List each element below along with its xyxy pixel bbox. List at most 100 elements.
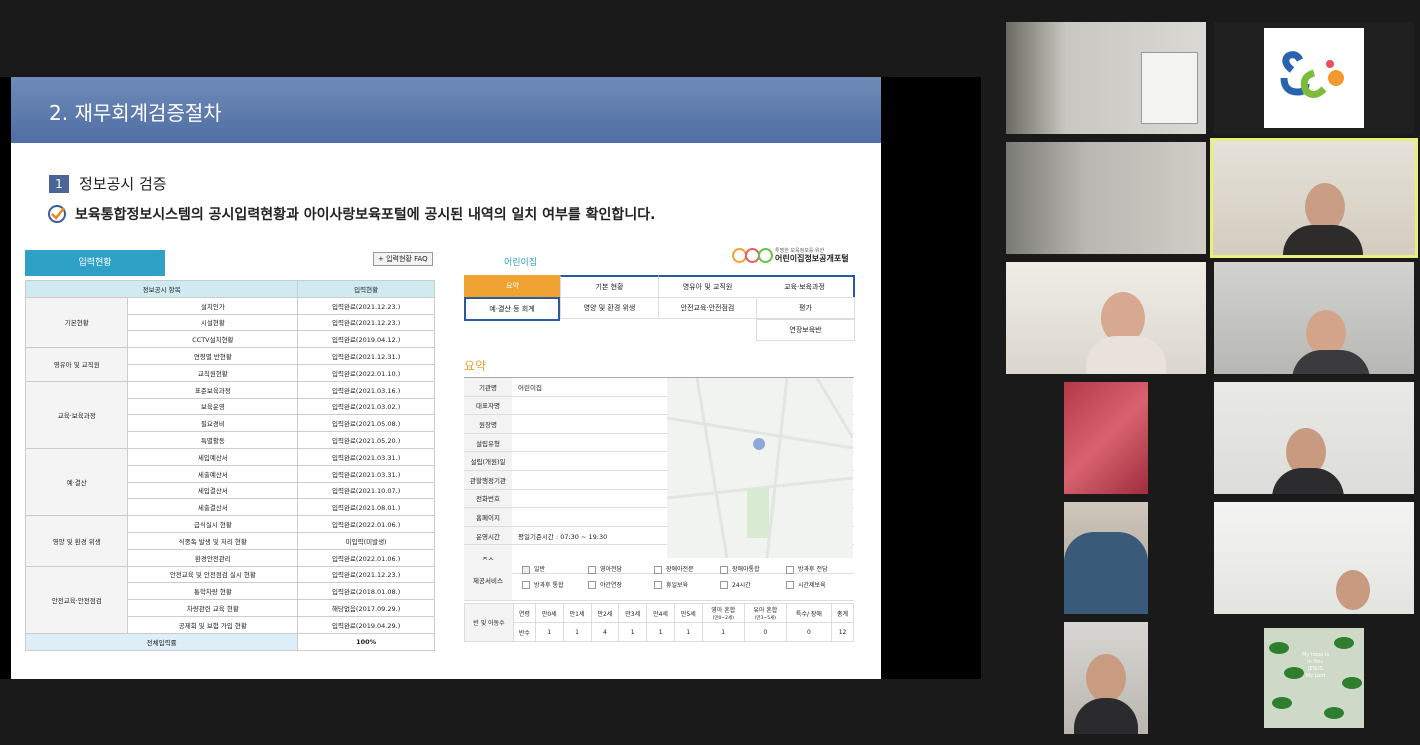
video-tile-9[interactable] bbox=[1064, 502, 1148, 614]
service-item: 24시간 bbox=[720, 580, 786, 589]
map-graphic bbox=[666, 377, 855, 559]
logo-title: 어린이집정보공개포털 bbox=[775, 254, 849, 263]
checkbox-icon bbox=[588, 565, 596, 574]
info-key: 대표자명 bbox=[464, 396, 512, 415]
poster-line: My Lord bbox=[1305, 673, 1326, 679]
age-header-row: 반 및 아동수 연령 만0세 만1세 만2세 만3세 만4세 만5세 영아 혼합… bbox=[464, 603, 854, 642]
info-value: 어린이집 bbox=[518, 383, 542, 392]
video-tile-3[interactable] bbox=[1006, 142, 1206, 254]
age-value: 1 bbox=[618, 622, 648, 642]
item-cell: 특별활동 bbox=[127, 431, 299, 449]
service-item: 휴일보육 bbox=[654, 580, 720, 589]
category-cell: 영양 및 환경 위생 bbox=[24, 515, 129, 567]
participant-logo bbox=[1264, 28, 1364, 128]
faq-button[interactable]: + 입력현황 FAQ bbox=[373, 252, 433, 266]
video-tile-10[interactable] bbox=[1214, 502, 1414, 614]
table-row: 안전교육·안전점검 안전교육 및 안전점검 실시 현황 입력완료(2021.12.2… bbox=[24, 565, 435, 634]
row-label: 반수 bbox=[513, 622, 536, 642]
item-cell: 시설현황 bbox=[127, 313, 299, 332]
portal-logo: 투명한 보육정보를 위한 어린이집정보공개포털 bbox=[732, 247, 849, 264]
tab-children-staff[interactable]: 영유아 및 교직원 bbox=[658, 275, 757, 299]
video-tile-8[interactable] bbox=[1214, 382, 1414, 494]
participant-body bbox=[1064, 532, 1148, 614]
checkbox-icon bbox=[654, 581, 662, 589]
item-cell: 보육운영 bbox=[127, 397, 299, 416]
poster-line: My hope is bbox=[1302, 652, 1329, 658]
video-tile-11[interactable] bbox=[1064, 622, 1148, 734]
item-cell: 설치인가 bbox=[127, 296, 299, 315]
shared-screen: 2. 재무회계검증절차 1 정보공시 검증 보육통합정보시스템의 공시입력현황과… bbox=[0, 77, 981, 679]
video-tile-5[interactable] bbox=[1006, 262, 1206, 374]
item-cell: 표준보육과정 bbox=[127, 380, 299, 399]
slide-title: 2. 재무회계검증절차 bbox=[49, 101, 222, 125]
tab-nutrition[interactable]: 영양 및 환경 위생 bbox=[560, 297, 659, 319]
service-label: 24시간 bbox=[732, 581, 751, 589]
sci-logo-icon bbox=[1280, 51, 1344, 98]
tab-curriculum[interactable]: 교육·보육과정 bbox=[756, 275, 855, 299]
services-label: 제공서비스 bbox=[464, 560, 512, 600]
video-tile-7[interactable] bbox=[1064, 382, 1148, 494]
item-cell: 환경안전관리 bbox=[127, 548, 299, 567]
participant-face bbox=[1305, 183, 1345, 231]
age-header: 만0세 bbox=[534, 603, 564, 623]
table-row: 영양 및 환경 위생 급식실시 현황 입력완료(2022.01.06.) bbox=[24, 515, 435, 567]
age-header: 연령 bbox=[513, 603, 536, 623]
participant-body bbox=[1283, 225, 1363, 255]
table-row: 기본현황 설치인가 입력완료(2021.12.23.) bbox=[24, 296, 435, 349]
status-cell: 미입력(미발생) bbox=[297, 531, 435, 550]
table-row: 교육·보육과정 표준보육과정 입력완료(2021.03.16.) bbox=[24, 380, 435, 449]
age-value: 12 bbox=[831, 622, 854, 642]
tab-basic[interactable]: 기본 현황 bbox=[560, 275, 659, 299]
checkbox-icon bbox=[588, 581, 596, 589]
location-map[interactable] bbox=[666, 377, 855, 559]
checkbox-icon bbox=[720, 581, 728, 589]
item-cell: 통학차량 현황 bbox=[127, 582, 299, 601]
input-status-tab[interactable]: 입력현황 bbox=[25, 250, 165, 276]
status-cell: 입력완료(2021.08.01.) bbox=[297, 498, 435, 517]
video-tile-6[interactable] bbox=[1214, 262, 1414, 374]
category-cell: 교육·보육과정 bbox=[24, 380, 129, 449]
service-item: 시간제보육 bbox=[786, 580, 852, 589]
status-cell: 입력완료(2021.10.07.) bbox=[297, 481, 435, 500]
participant-body bbox=[1292, 350, 1370, 374]
presentation-slide: 2. 재무회계검증절차 1 정보공시 검증 보육통합정보시스템의 공시입력현황과… bbox=[11, 77, 881, 679]
video-tile-1[interactable] bbox=[1006, 22, 1206, 134]
checkbox-icon bbox=[786, 581, 794, 589]
age-header-text: 유아 혼합 bbox=[753, 607, 778, 614]
participant-body bbox=[1272, 468, 1344, 494]
item-cell: 급식실시 현황 bbox=[127, 515, 299, 533]
tab-summary[interactable]: 요약 bbox=[464, 275, 561, 297]
poster-line: JESUS bbox=[1308, 666, 1323, 672]
age-value: 0 bbox=[785, 622, 833, 642]
age-header: 만3세 bbox=[618, 603, 648, 623]
service-label: 방과후 전담 bbox=[798, 566, 828, 573]
service-label: 일반 bbox=[534, 566, 546, 573]
service-item: 야간연장 bbox=[588, 580, 654, 589]
slide-banner: 2. 재무회계검증절차 bbox=[11, 77, 881, 143]
item-cell: 연령별 반현황 bbox=[127, 347, 299, 365]
info-key: 설립(개원)일 bbox=[464, 452, 512, 470]
total-label: 전체입력률 bbox=[24, 632, 299, 651]
section-description: 보육통합정보시스템의 공시입력현황과 아이사랑보육포털에 공시된 내역의 일치 … bbox=[47, 204, 655, 224]
status-cell: 입력완료(2021.03.31.) bbox=[297, 447, 435, 466]
video-tile-12[interactable]: My hope is in You, JESUS My Lord bbox=[1264, 628, 1364, 728]
item-cell: 세출예산서 bbox=[127, 464, 299, 483]
class-count-section: 반 및 아동수 연령 만0세 만1세 만2세 만3세 만4세 만5세 영아 혼합… bbox=[464, 603, 854, 642]
tab-accounting[interactable]: 예·결산 등 회계 bbox=[464, 297, 560, 321]
tab-evaluation[interactable]: 평가 bbox=[756, 297, 855, 319]
daycare-name: 어린이집 bbox=[504, 258, 538, 268]
tab-extended[interactable]: 연장보육반 bbox=[756, 319, 855, 341]
checkbox-icon bbox=[786, 565, 794, 574]
status-cell: 입력완료(2022.01.10.) bbox=[297, 363, 435, 382]
tab-safety[interactable]: 안전교육·안전점검 bbox=[658, 297, 757, 319]
video-tile-2[interactable] bbox=[1214, 22, 1414, 134]
section-number: 1 bbox=[49, 174, 69, 193]
ages-label: 반 및 아동수 bbox=[464, 603, 514, 642]
age-value: 0 bbox=[743, 622, 787, 642]
service-item: 장애아통합 bbox=[720, 564, 786, 574]
video-tile-4-active-speaker[interactable] bbox=[1210, 138, 1418, 258]
service-label: 휴일보육 bbox=[666, 581, 689, 589]
service-item: 영아전담 bbox=[588, 564, 654, 574]
service-label: 장애아전문 bbox=[666, 566, 694, 573]
status-cell: 입력완료(2018.01.08.) bbox=[297, 582, 435, 601]
